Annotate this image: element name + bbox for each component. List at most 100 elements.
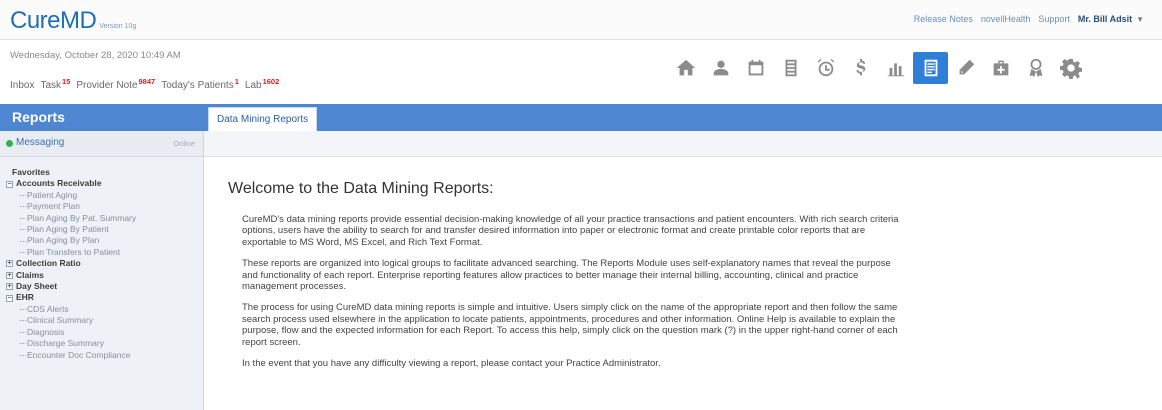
tree-branch: [20, 217, 26, 219]
tree-group-accounts-receivable[interactable]: − Accounts Receivable: [6, 178, 203, 189]
tree-item-label: Plan Aging By Pat. Summary: [27, 212, 137, 223]
person-icon[interactable]: [703, 52, 738, 84]
collapse-icon[interactable]: −: [6, 294, 13, 302]
release-notes-link[interactable]: Release Notes: [914, 14, 973, 24]
reports-sidebar: Messaging Online Favorites − Accounts Rec…: [0, 131, 204, 410]
task-count: 15: [62, 77, 71, 86]
chart-icon[interactable]: [878, 52, 913, 84]
lab-count: 1602: [262, 77, 280, 86]
current-datetime: Wednesday, October 28, 2020 10:49 AM: [10, 50, 181, 61]
tree-item[interactable]: Diagnosis: [6, 327, 203, 338]
provider-note-link[interactable]: Provider Note9847: [76, 77, 156, 91]
novell-health-link[interactable]: novellHealth: [981, 14, 1031, 24]
tree-branch: [20, 206, 26, 208]
tab-data-mining-reports[interactable]: Data Mining Reports: [208, 107, 318, 131]
tree-item-label: Payment Plan: [27, 201, 80, 212]
tree-item[interactable]: Patient Aging: [6, 190, 203, 201]
expand-icon[interactable]: +: [6, 271, 13, 279]
tree-item-label: Diagnosis: [27, 326, 65, 337]
tree-branch: [20, 309, 26, 311]
tree-branch: [20, 343, 26, 345]
tree-item-label: Discharge Summary: [27, 338, 104, 349]
provider-note-label: Provider Note: [76, 80, 138, 91]
medkit-icon[interactable]: [983, 52, 1018, 84]
chevron-down-icon[interactable]: ▼: [1136, 15, 1144, 24]
quick-links: Inbox Task15 Provider Note9847 Today's P…: [10, 77, 280, 91]
tree-item[interactable]: Plan Aging By Pat. Summary: [6, 213, 203, 224]
tree-branch: [20, 240, 26, 242]
todays-patients-label: Today's Patients: [161, 80, 234, 91]
tree-item[interactable]: Plan Aging By Plan: [6, 235, 203, 246]
tree-item[interactable]: Plan Transfers to Patient: [6, 247, 203, 258]
building-icon[interactable]: [773, 52, 808, 84]
calendar-icon[interactable]: [738, 52, 773, 84]
badge-icon[interactable]: [1018, 52, 1053, 84]
header: Wednesday, October 28, 2020 10:49 AM Inb…: [0, 40, 1162, 104]
section-title: Reports: [12, 109, 65, 125]
logo-text: CureMD: [10, 7, 97, 34]
inbox-link[interactable]: Inbox: [10, 80, 34, 91]
top-bar: CureMD Version 10g Release Notes novellH…: [0, 0, 1162, 40]
report-tree: Favorites − Accounts Receivable Patient A…: [0, 157, 203, 361]
tree-group-label: Day Sheet: [16, 281, 58, 292]
tree-group-claims[interactable]: + Claims: [6, 270, 203, 281]
user-menu[interactable]: Mr. Bill Adsit: [1078, 14, 1132, 24]
tree-group-label: Claims: [16, 269, 44, 280]
tree-branch: [20, 229, 26, 231]
tree-branch: [20, 354, 26, 356]
tree-group-day-sheet[interactable]: + Day Sheet: [6, 281, 203, 292]
tree-item[interactable]: Plan Aging By Patient: [6, 224, 203, 235]
support-paragraph: In the event that you have any difficult…: [242, 358, 661, 370]
tree-group-label: Accounts Receivable: [16, 178, 102, 189]
tree-branch: [20, 331, 26, 333]
alarm-icon[interactable]: [808, 52, 843, 84]
gear-icon[interactable]: [1053, 52, 1088, 84]
task-label: Task: [40, 80, 62, 91]
welcome-content: Welcome to the Data Mining Reports: Cure…: [228, 180, 918, 379]
tree-item-label: Encounter Doc Compliance: [27, 349, 131, 360]
module-toolbar: [668, 52, 1088, 84]
lab-label: Lab: [244, 80, 262, 91]
collapse-icon[interactable]: −: [6, 180, 13, 188]
tree-item-label: Clinical Summary: [27, 315, 94, 326]
tree-item-label: Plan Transfers to Patient: [27, 246, 121, 257]
module-bar: Reports Data Mining Reports: [0, 104, 1162, 131]
intro-paragraph: CureMD's data mining reports provide ess…: [242, 214, 899, 248]
expand-icon[interactable]: +: [6, 260, 13, 268]
tree-item[interactable]: Discharge Summary: [6, 338, 203, 349]
tree-item[interactable]: Payment Plan: [6, 201, 203, 212]
support-link[interactable]: Support: [1038, 14, 1070, 24]
tree-item[interactable]: Encounter Doc Compliance: [6, 350, 203, 361]
tree-item[interactable]: Clinical Summary: [6, 315, 203, 326]
tree-item-label: Patient Aging: [27, 189, 78, 200]
todays-patients-link[interactable]: Today's Patients1: [161, 77, 239, 91]
top-links: Release Notes novellHealth Support Mr. B…: [914, 14, 1144, 24]
provider-note-count: 9847: [138, 77, 156, 86]
home-icon[interactable]: [668, 52, 703, 84]
tree-branch: [20, 320, 26, 322]
version-label: Version 10g: [99, 23, 137, 30]
tree-branch: [20, 252, 26, 254]
messaging-status: Online: [173, 139, 195, 148]
messaging-panel[interactable]: Messaging Online: [0, 131, 203, 157]
expand-icon[interactable]: +: [6, 283, 13, 291]
tree-favorites[interactable]: Favorites: [6, 167, 203, 178]
messaging-label: Messaging: [16, 137, 65, 148]
tree-group-ehr[interactable]: − EHR: [6, 292, 203, 303]
lab-link[interactable]: Lab1602: [244, 77, 280, 91]
tree-group-collection-ratio[interactable]: + Collection Ratio: [6, 258, 203, 269]
tree-item-label: Plan Aging By Patient: [27, 224, 109, 235]
tree-branch: [20, 195, 26, 197]
task-link[interactable]: Task15: [40, 77, 71, 91]
tree-group-label: Collection Ratio: [16, 258, 81, 269]
content-toolbar: [204, 131, 1162, 157]
dollar-icon[interactable]: [843, 52, 878, 84]
process-paragraph: The process for using CureMD data mining…: [242, 302, 898, 348]
tree-group-label: EHR: [16, 292, 34, 303]
tree-item[interactable]: CDS Alerts: [6, 304, 203, 315]
reports-icon[interactable]: [913, 52, 948, 84]
tree-item-label: Plan Aging By Plan: [27, 235, 100, 246]
pen-icon[interactable]: [948, 52, 983, 84]
tree-item-label: CDS Alerts: [27, 303, 69, 314]
curemd-logo[interactable]: CureMD Version 10g: [10, 7, 136, 35]
